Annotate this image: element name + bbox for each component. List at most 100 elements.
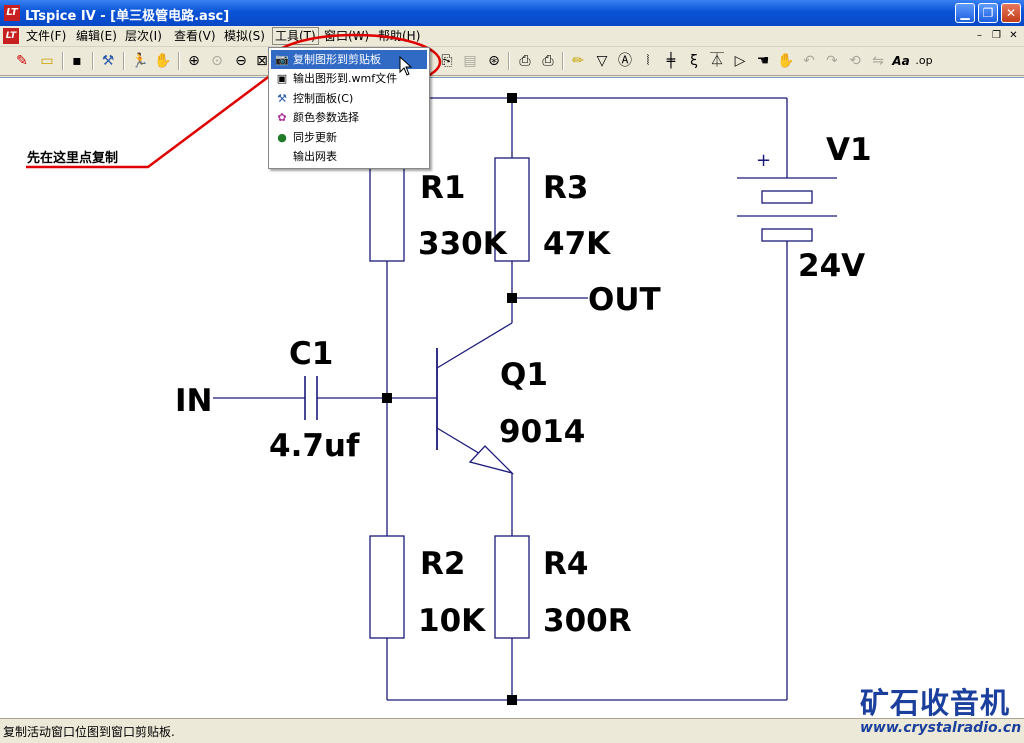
close-button[interactable]: ✕ xyxy=(1001,3,1021,23)
ground-icon[interactable]: ▽ xyxy=(592,51,612,71)
globe-icon: ● xyxy=(277,131,287,144)
draw-wire-icon[interactable]: ✏ xyxy=(568,51,588,71)
inductor-icon[interactable]: ξ xyxy=(684,51,704,71)
document-icon[interactable]: LT xyxy=(3,28,19,44)
open-icon[interactable]: ▭ xyxy=(37,51,57,71)
zoom-in-icon[interactable]: ⊕ xyxy=(184,51,204,71)
r1-value-label: 330K xyxy=(418,226,508,262)
print-icon[interactable]: ⎙ xyxy=(538,51,558,71)
menu-item-label: 输出网表 xyxy=(293,150,337,163)
paste-icon[interactable]: ▤ xyxy=(460,51,480,71)
menu-file[interactable]: 文件(F) xyxy=(24,28,68,44)
text-icon[interactable]: Aa xyxy=(891,51,911,71)
resistor-r1[interactable] xyxy=(369,157,405,262)
move-icon[interactable]: ☚ xyxy=(753,51,773,71)
menu-hierarchy[interactable]: 层次(I) xyxy=(123,28,164,44)
copy-icon[interactable]: ⎘ xyxy=(437,51,457,71)
camera-icon: 📷 xyxy=(275,53,289,66)
mdi-close-button[interactable]: ✕ xyxy=(1006,29,1021,43)
r3-value-label: 47K xyxy=(543,226,611,262)
menu-item-label: 颜色参数选择 xyxy=(293,111,359,124)
schematic-drawing[interactable]: + R1 330K R3 47K R2 10K R4 300R C1 4.7uf… xyxy=(0,78,1024,718)
annotation-note: 先在这里点复制 xyxy=(27,151,119,166)
halt-icon[interactable]: ✋ xyxy=(153,51,173,71)
label-net-icon[interactable]: Ⓐ xyxy=(615,51,635,71)
print-setup-icon[interactable]: ⎙ xyxy=(515,51,535,71)
mdi-minimize-button[interactable]: – xyxy=(972,29,987,43)
component-icon[interactable]: ▷ xyxy=(730,51,750,71)
title-bar[interactable]: LT LTspice IV - [单三极管电路.asc] ▁ ❐ ✕ xyxy=(0,0,1024,26)
c1-value-label: 4.7uf xyxy=(269,428,360,464)
r3-ref-label: R3 xyxy=(543,170,588,206)
toolbar-separator xyxy=(92,52,94,70)
schematic-canvas[interactable]: + R1 330K R3 47K R2 10K R4 300R C1 4.7uf… xyxy=(0,77,1024,718)
minimize-button[interactable]: ▁ xyxy=(955,3,975,23)
menu-view[interactable]: 查看(V) xyxy=(172,28,218,44)
mirror-icon[interactable]: ⇋ xyxy=(868,51,888,71)
zoom-out-icon[interactable]: ⊖ xyxy=(231,51,251,71)
q1-ref-label: Q1 xyxy=(500,357,548,393)
watermark-url: www.crystalradio.cn xyxy=(860,720,1022,736)
menu-bar: LT 文件(F) 编辑(E) 层次(I) 查看(V) 模拟(S) 工具(T) 窗… xyxy=(0,26,1024,47)
r1-ref-label: R1 xyxy=(420,170,465,206)
save-icon[interactable]: ▪ xyxy=(67,51,87,71)
net-label-in: IN xyxy=(175,383,212,419)
control-panel-icon[interactable]: ⚒ xyxy=(98,51,118,71)
menu-edit[interactable]: 编辑(E) xyxy=(74,28,119,44)
menu-item-label: 输出图形到.wmf文件 xyxy=(293,72,398,85)
mdi-restore-button[interactable]: ❐ xyxy=(989,29,1004,43)
transistor-q1[interactable] xyxy=(436,322,515,475)
window-title: LTspice IV - [单三极管电路.asc] xyxy=(25,9,230,24)
q1-value-label: 9014 xyxy=(499,414,585,450)
r2-value-label: 10K xyxy=(418,603,486,639)
battery-v1[interactable] xyxy=(737,177,837,242)
diode-icon[interactable]: ⏄ xyxy=(707,51,727,71)
toolbar-separator xyxy=(123,52,125,70)
menu-item-control-panel[interactable]: ⚒ 控制面板(C) xyxy=(271,89,427,108)
capacitor-icon[interactable]: ╪ xyxy=(661,51,681,71)
drag-icon[interactable]: ✋ xyxy=(776,51,796,71)
toolbar-separator xyxy=(178,52,180,70)
undo-icon[interactable]: ↶ xyxy=(799,51,819,71)
v1-value-label: 24V xyxy=(798,248,865,284)
app-logo-icon[interactable]: LT xyxy=(4,5,20,21)
battery-plus-sign: + xyxy=(756,150,771,171)
toolbar-separator xyxy=(562,52,564,70)
menu-tools[interactable]: 工具(T) xyxy=(272,27,319,45)
export-icon: ▣ xyxy=(276,72,288,85)
capacitor-c1[interactable] xyxy=(304,376,318,420)
menu-item-label: 控制面板(C) xyxy=(293,92,354,105)
run-icon[interactable]: 🏃 xyxy=(130,51,150,71)
v1-ref-label: V1 xyxy=(826,132,872,168)
toolbar: ✎ ▭ ▪ ⚒ 🏃 ✋ ⊕ ⊙ ⊖ ⊠ ⎘ ▤ ⊛ ⎙ ⎙ ✏ ▽ Ⓐ ⦚ ╪ … xyxy=(0,47,1024,76)
new-schematic-icon[interactable]: ✎ xyxy=(12,51,32,71)
menu-help[interactable]: 帮助(H) xyxy=(376,28,422,44)
pan-icon[interactable]: ⊙ xyxy=(207,51,227,71)
redo-icon[interactable]: ↷ xyxy=(822,51,842,71)
toolbar-separator xyxy=(62,52,64,70)
menu-window[interactable]: 窗口(W) xyxy=(322,28,371,44)
r4-ref-label: R4 xyxy=(543,546,588,582)
menu-item-color-preferences[interactable]: ✿ 颜色参数选择 xyxy=(271,108,427,127)
resistor-r2[interactable] xyxy=(369,535,405,639)
r4-value-label: 300R xyxy=(543,603,632,639)
mouse-cursor-icon xyxy=(399,56,413,76)
menu-item-sync-release[interactable]: ● 同步更新 xyxy=(271,128,427,147)
net-label-out: OUT xyxy=(588,282,661,318)
palette-icon: ✿ xyxy=(277,111,287,124)
r2-ref-label: R2 xyxy=(420,546,465,582)
menu-simulate[interactable]: 模拟(S) xyxy=(222,28,267,44)
resistor-icon[interactable]: ⦚ xyxy=(638,51,658,71)
toolbar-separator xyxy=(508,52,510,70)
spice-directive-icon[interactable]: .op xyxy=(914,51,934,71)
c1-ref-label: C1 xyxy=(289,336,333,372)
menu-item-export-netlist[interactable]: 输出网表 xyxy=(271,147,427,166)
resistor-r4[interactable] xyxy=(494,535,530,639)
hammer-icon: ⚒ xyxy=(277,92,287,105)
restore-button[interactable]: ❐ xyxy=(978,3,998,23)
status-text: 复制活动窗口位图到窗口剪贴板. xyxy=(3,725,175,739)
find-icon[interactable]: ⊛ xyxy=(484,51,504,71)
rotate-icon[interactable]: ⟲ xyxy=(845,51,865,71)
menu-item-label: 同步更新 xyxy=(293,131,337,144)
watermark-logo: 矿石收音机 xyxy=(860,686,1011,720)
